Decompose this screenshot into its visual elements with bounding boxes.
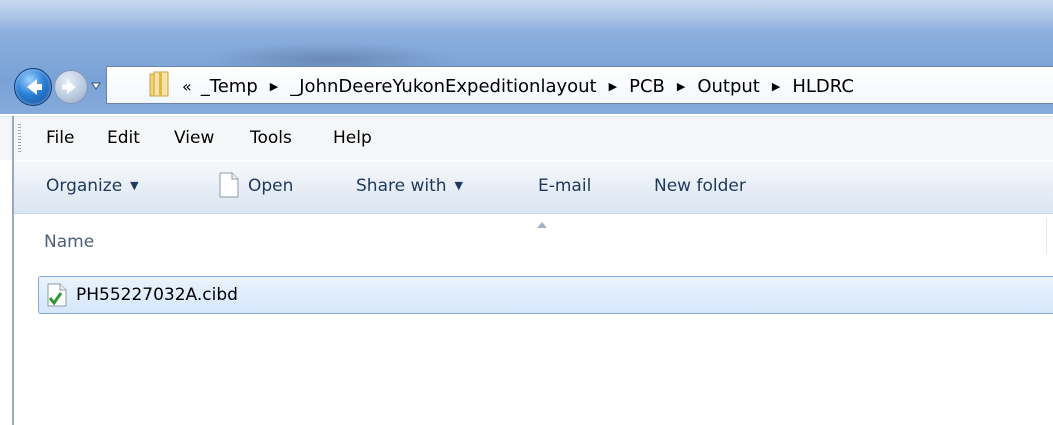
file-name[interactable]: PH55227032A.cibd [76, 285, 238, 305]
share-with-label: Share with [356, 176, 447, 196]
breadcrumb-item-hldrc[interactable]: HLDRC [792, 76, 854, 97]
folder-icon [149, 71, 169, 97]
document-icon [219, 172, 239, 198]
breadcrumb-overflow-chevron[interactable]: « [182, 77, 192, 96]
column-header-bar [14, 214, 1053, 260]
column-divider[interactable] [1046, 218, 1047, 254]
menu-file[interactable]: File [46, 128, 74, 148]
breadcrumb-separator-icon[interactable]: ▶ [677, 80, 685, 93]
breadcrumb-separator-icon[interactable]: ▶ [609, 80, 617, 93]
breadcrumb-item-output[interactable]: Output [697, 76, 760, 97]
menu-help[interactable]: Help [333, 128, 372, 148]
chevron-down-icon: ▼ [130, 179, 139, 192]
forward-arrow-icon [62, 80, 76, 94]
pane-border [12, 116, 14, 425]
back-button[interactable] [14, 68, 52, 106]
sort-ascending-icon [537, 222, 547, 228]
chevron-down-icon: ▼ [454, 179, 463, 192]
menu-bar [0, 116, 1053, 160]
email-button[interactable]: E-mail [538, 176, 591, 196]
menu-edit[interactable]: Edit [107, 128, 140, 148]
breadcrumb: « _Temp ▶ _JohnDeereYukonExpeditionlayou… [182, 72, 854, 100]
breadcrumb-item-temp[interactable]: _Temp [201, 76, 258, 97]
breadcrumb-separator-icon[interactable]: ▶ [772, 80, 780, 93]
breadcrumb-item-layout[interactable]: _JohnDeereYukonExpeditionlayout [290, 76, 596, 97]
breadcrumb-item-pcb[interactable]: PCB [629, 76, 665, 97]
command-bar [14, 160, 1053, 214]
menu-tools[interactable]: Tools [250, 128, 292, 148]
new-folder-button[interactable]: New folder [654, 176, 746, 196]
organize-button[interactable]: Organize ▼ [46, 176, 139, 196]
column-header-name[interactable]: Name [44, 232, 94, 252]
back-arrow-icon [27, 79, 42, 95]
breadcrumb-separator-icon[interactable]: ▶ [270, 80, 278, 93]
open-button[interactable]: Open [248, 176, 293, 196]
share-with-button[interactable]: Share with ▼ [356, 176, 463, 196]
glass-highlight [0, 0, 1053, 30]
organize-label: Organize [46, 176, 123, 196]
menu-view[interactable]: View [174, 128, 214, 148]
document-check-icon [47, 283, 67, 307]
recent-pages-chevron-icon[interactable] [90, 80, 102, 92]
forward-button[interactable] [54, 70, 88, 104]
menu-grip [18, 124, 21, 152]
